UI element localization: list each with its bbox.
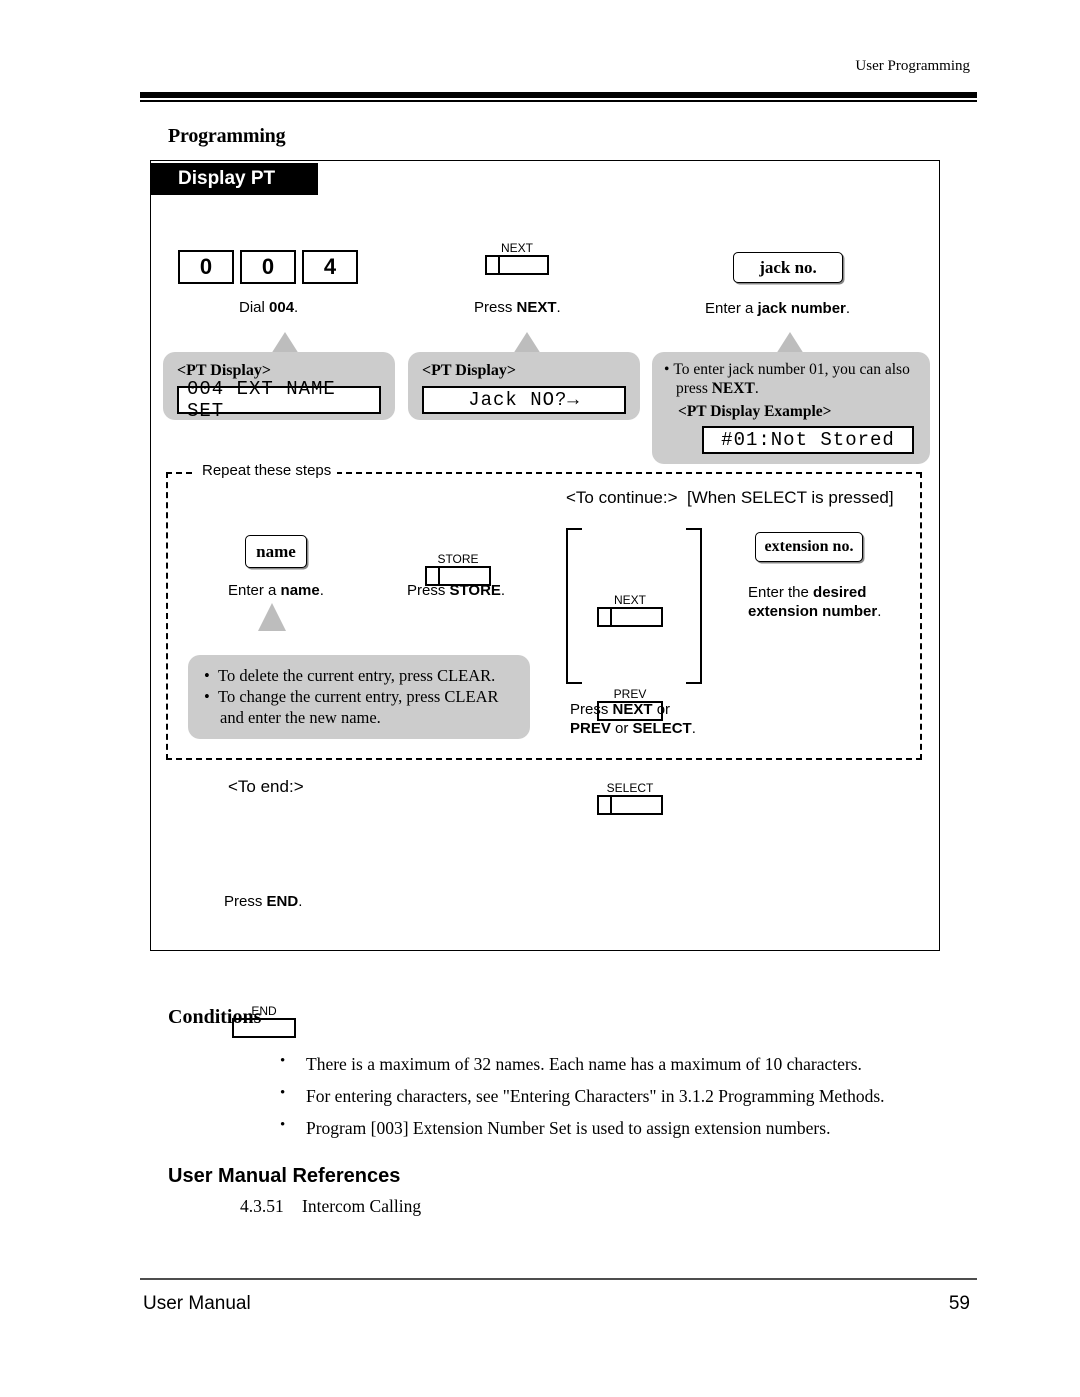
extension-number-caption: Enter the desired extension number. <box>748 584 882 620</box>
pt-display-callout-2: <PT Display> Jack NO?→ <box>408 352 640 420</box>
footer-rule <box>140 1278 977 1280</box>
key-led-indicator <box>599 797 612 813</box>
clear-bullet-1: • To delete the current entry, press CLE… <box>204 666 496 685</box>
next-key-body[interactable] <box>597 607 663 627</box>
repeat-steps-label: Repeat these steps <box>196 462 338 479</box>
name-caption: Enter a name. <box>228 582 324 599</box>
example-bullet-text: • To enter jack number 01, you can also … <box>664 361 910 397</box>
condition-item: Program [003] Extension Number Set is us… <box>280 1117 980 1139</box>
clear-instructions-callout: • To delete the current entry, press CLE… <box>188 655 530 739</box>
pt-display-callout-1: <PT Display> 004 EXT NAME SET <box>163 352 395 422</box>
jack-number-caption: Enter a jack number. <box>705 300 851 317</box>
dial-caption: Dial 004. <box>239 299 299 316</box>
footer-document-title: User Manual <box>143 1293 251 1314</box>
page-title-programming: Programming <box>168 125 286 147</box>
to-continue-label: <To continue:> [When SELECT is pressed] <box>566 488 894 507</box>
reference-number: 4.3.51 <box>240 1196 284 1216</box>
next-key-top[interactable]: NEXT <box>485 242 549 275</box>
end-key-caption: Press END. <box>224 893 303 910</box>
store-key-caption: Press STORE. <box>407 582 506 599</box>
select-key-body[interactable] <box>597 795 663 815</box>
next-key-caption: Press NEXT. <box>474 299 561 316</box>
condition-item: There is a maximum of 32 names. Each nam… <box>280 1053 980 1075</box>
key-led-indicator <box>599 609 612 625</box>
running-head: User Programming <box>855 58 970 74</box>
to-end-label: <To end:> <box>228 777 304 796</box>
jack-number-entry-box[interactable]: jack no. <box>733 252 843 283</box>
next-key-cap-label: NEXT <box>613 593 646 607</box>
footer-page-number: 59 <box>948 1293 970 1314</box>
condition-item: For entering characters, see "Entering C… <box>280 1085 980 1107</box>
key-led-indicator <box>487 257 500 273</box>
pt-display-example-callout: • To enter jack number 01, you can also … <box>652 352 930 464</box>
extension-number-entry-box[interactable]: extension no. <box>755 532 863 562</box>
callout-pointer-2 <box>513 332 541 354</box>
reference-item: 4.3.51 Intercom Calling <box>240 1196 421 1217</box>
pt-display-title-2: <PT Display> <box>422 362 516 379</box>
jack-number-entry-label: jack no. <box>759 257 817 277</box>
next-key-cap-label: NEXT <box>500 241 533 255</box>
next-key-nav[interactable]: NEXT <box>597 594 663 627</box>
name-entry-box[interactable]: name <box>245 535 307 568</box>
references-heading: User Manual References <box>168 1165 401 1187</box>
callout-pointer-clear <box>258 603 286 631</box>
name-entry-label: name <box>256 541 296 561</box>
select-key[interactable]: SELECT <box>597 782 663 815</box>
dial-digit-1[interactable]: 0 <box>178 250 234 284</box>
clear-bullet-2: • To change the current entry, press CLE… <box>204 687 499 727</box>
conditions-heading: Conditions <box>168 1006 262 1028</box>
callout-pointer-3 <box>776 332 804 354</box>
pt-display-example-title: <PT Display Example> <box>678 403 832 420</box>
callout-pointer-1 <box>271 332 299 354</box>
extension-number-entry-label: extension no. <box>764 538 854 555</box>
display-pt-tab-label: Display PT <box>178 168 276 189</box>
pt-display-lcd-1: 004 EXT NAME SET <box>177 378 381 422</box>
pt-display-example-lcd: #01:Not Stored <box>702 426 914 454</box>
nav-keys-caption: Press NEXT or PREV or SELECT. <box>570 701 696 737</box>
header-rule <box>140 92 977 102</box>
pt-display-lcd-2: Jack NO?→ <box>422 386 626 414</box>
conditions-list: There is a maximum of 32 names. Each nam… <box>240 1053 980 1150</box>
dial-digit-2[interactable]: 0 <box>240 250 296 284</box>
dial-digit-3[interactable]: 4 <box>302 250 358 284</box>
display-pt-tab: Display PT <box>150 163 318 195</box>
manual-page: User Programming Programming Display PT … <box>0 0 1080 1397</box>
select-key-cap-label: SELECT <box>606 781 654 795</box>
store-key-cap-label: STORE <box>437 552 479 566</box>
next-key-body[interactable] <box>485 255 549 275</box>
dial-digit-group: 0 0 4 <box>178 250 358 284</box>
reference-title: Intercom Calling <box>302 1196 422 1216</box>
